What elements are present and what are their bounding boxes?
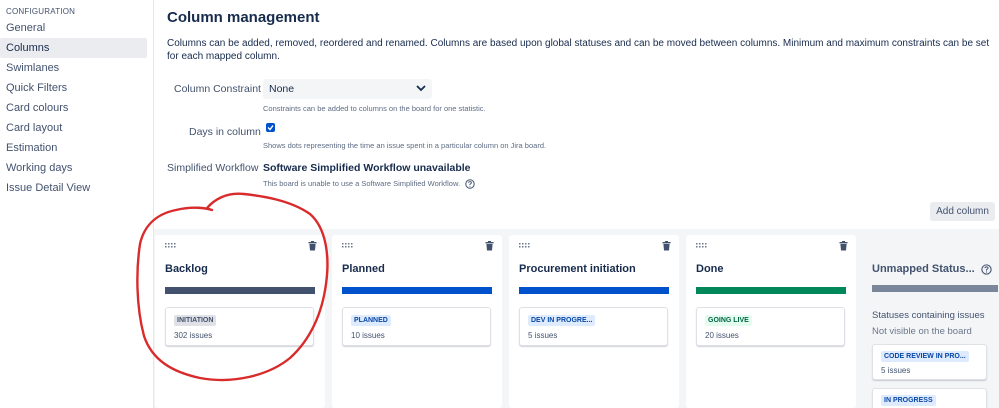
status-lozenge: INITIATION bbox=[174, 315, 217, 326]
column-procurement-initiation[interactable]: Procurement initiation DEV IN PROGRE... … bbox=[509, 235, 679, 408]
sidebar-item-estimation[interactable]: Estimation bbox=[0, 138, 147, 158]
column-planned[interactable]: Planned PLANNED 10 issues bbox=[332, 235, 502, 408]
issue-count: 302 issues bbox=[174, 331, 213, 340]
sidebar-item-swimlanes[interactable]: Swimlanes bbox=[0, 58, 147, 78]
days-in-column-checkbox[interactable] bbox=[266, 123, 275, 132]
column-constraint-value: None bbox=[269, 83, 295, 95]
unmapped-color-bar bbox=[872, 285, 998, 292]
trash-icon[interactable] bbox=[839, 241, 848, 251]
unmapped-status-card[interactable]: IN PROGRESS bbox=[872, 388, 987, 408]
sidebar-item-card-colours[interactable]: Card colours bbox=[0, 98, 147, 118]
page-description: Columns can be added, removed, reordered… bbox=[167, 38, 990, 62]
trash-icon[interactable] bbox=[662, 241, 671, 251]
unmapped-subtitle: Statuses containing issues bbox=[872, 310, 985, 321]
unmapped-status-card[interactable]: CODE REVIEW IN PRO... 5 issues bbox=[872, 344, 987, 380]
column-constraint-help: Constraints can be added to columns on t… bbox=[263, 104, 486, 113]
column-backlog[interactable]: Backlog INITIATION 302 issues bbox=[155, 235, 325, 408]
status-card[interactable]: DEV IN PROGRE... 5 issues bbox=[519, 307, 668, 346]
sidebar-item-working-days[interactable]: Working days bbox=[0, 158, 147, 178]
issue-count: 5 issues bbox=[881, 366, 911, 375]
column-color-bar bbox=[519, 287, 669, 294]
trash-icon[interactable] bbox=[485, 241, 494, 251]
status-lozenge: DEV IN PROGRE... bbox=[528, 315, 596, 326]
simplified-workflow-value: Software Simplified Workflow unavailable bbox=[263, 162, 471, 174]
sidebar-heading: CONFIGURATION bbox=[6, 7, 76, 16]
column-constraint-label: Column Constraint bbox=[174, 83, 261, 95]
status-lozenge: CODE REVIEW IN PRO... bbox=[881, 351, 969, 362]
sidebar-item-columns[interactable]: Columns bbox=[0, 38, 147, 58]
sidebar-item-card-layout[interactable]: Card layout bbox=[0, 118, 147, 138]
status-card[interactable]: PLANNED 10 issues bbox=[342, 307, 491, 346]
simplified-workflow-help-row: This board is unable to use a Software S… bbox=[263, 179, 475, 189]
trash-icon[interactable] bbox=[308, 241, 317, 251]
add-column-button[interactable]: Add column bbox=[930, 202, 995, 221]
column-color-bar bbox=[696, 287, 846, 294]
column-title[interactable]: Backlog bbox=[165, 263, 208, 275]
settings-sidebar: CONFIGURATION General Columns Swimlanes … bbox=[0, 0, 153, 408]
unmapped-note: Not visible on the board bbox=[872, 326, 972, 337]
column-color-bar bbox=[342, 287, 492, 294]
status-lozenge: IN PROGRESS bbox=[881, 395, 936, 406]
column-done[interactable]: Done GOING LIVE 20 issues bbox=[686, 235, 856, 408]
days-in-column-label: Days in column bbox=[189, 126, 261, 138]
simplified-workflow-help: This board is unable to use a Software S… bbox=[263, 179, 461, 188]
drag-handle-icon[interactable] bbox=[165, 243, 177, 249]
issue-count: 5 issues bbox=[528, 331, 558, 340]
status-card[interactable]: INITIATION 302 issues bbox=[165, 307, 314, 346]
sidebar-nav: General Columns Swimlanes Quick Filters … bbox=[0, 18, 147, 198]
simplified-workflow-label: Simplified Workflow bbox=[167, 162, 259, 174]
checkmark-icon bbox=[267, 125, 274, 131]
status-lozenge: GOING LIVE bbox=[705, 315, 752, 326]
days-in-column-help: Shows dots representing the time an issu… bbox=[263, 141, 547, 150]
chevron-down-icon bbox=[416, 85, 426, 92]
drag-handle-icon[interactable] bbox=[519, 243, 531, 249]
page-title: Column management bbox=[167, 9, 320, 26]
question-circle-icon[interactable] bbox=[465, 179, 475, 189]
unmapped-status-title-text: Unmapped Status... bbox=[872, 263, 975, 275]
unmapped-status-title: Unmapped Status... bbox=[872, 263, 992, 275]
issue-count: 20 issues bbox=[705, 331, 739, 340]
issue-count: 10 issues bbox=[351, 331, 385, 340]
drag-handle-icon[interactable] bbox=[342, 243, 354, 249]
sidebar-item-quick-filters[interactable]: Quick Filters bbox=[0, 78, 147, 98]
column-title[interactable]: Procurement initiation bbox=[519, 263, 636, 275]
drag-handle-icon[interactable] bbox=[696, 243, 708, 249]
column-title[interactable]: Done bbox=[696, 263, 724, 275]
question-circle-icon[interactable] bbox=[981, 263, 992, 275]
status-card[interactable]: GOING LIVE 20 issues bbox=[696, 307, 845, 346]
sidebar-item-general[interactable]: General bbox=[0, 18, 147, 38]
column-color-bar bbox=[165, 287, 315, 294]
status-lozenge: PLANNED bbox=[351, 315, 391, 326]
column-title[interactable]: Planned bbox=[342, 263, 385, 275]
sidebar-item-issue-detail-view[interactable]: Issue Detail View bbox=[0, 178, 147, 198]
column-constraint-select[interactable]: None bbox=[263, 79, 432, 99]
